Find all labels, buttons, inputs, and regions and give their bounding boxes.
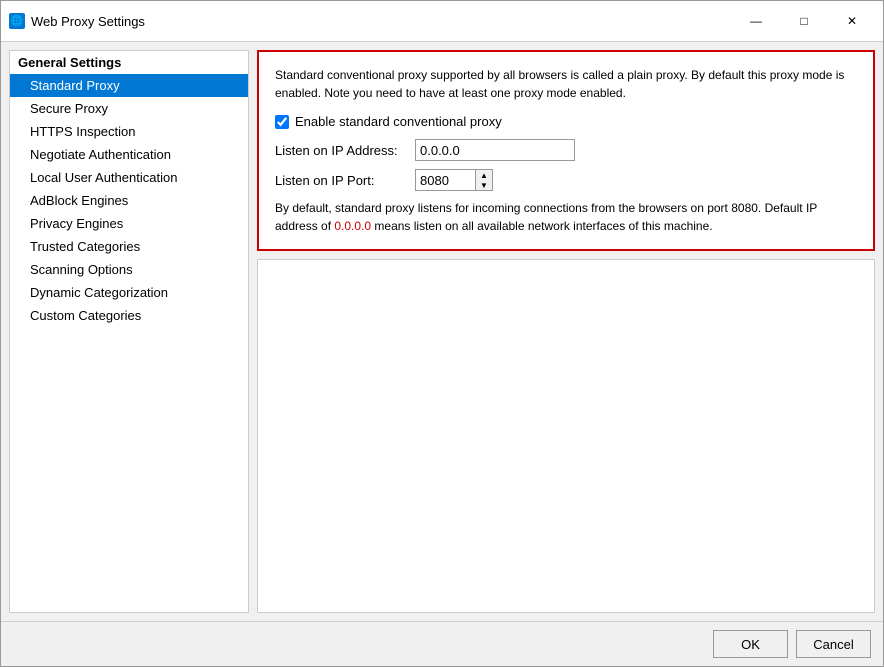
window-controls: — □ ✕ — [733, 7, 875, 35]
content-area: General Settings Standard Proxy Secure P… — [1, 42, 883, 621]
sidebar-item-privacy-engines[interactable]: Privacy Engines — [10, 212, 248, 235]
spinner-up-button[interactable]: ▲ — [476, 170, 492, 180]
settings-panel: Standard conventional proxy supported by… — [257, 50, 875, 251]
description-text: Standard conventional proxy supported by… — [275, 66, 857, 102]
close-button[interactable]: ✕ — [829, 7, 875, 35]
window-title: Web Proxy Settings — [31, 14, 727, 29]
enable-proxy-checkbox[interactable] — [275, 115, 289, 129]
sidebar-item-dynamic-categorization[interactable]: Dynamic Categorization — [10, 281, 248, 304]
sidebar-item-standard-proxy[interactable]: Standard Proxy — [10, 74, 248, 97]
app-icon: 🌐 — [9, 13, 25, 29]
main-panel: Standard conventional proxy supported by… — [257, 50, 875, 613]
enable-checkbox-row: Enable standard conventional proxy — [275, 114, 857, 129]
sidebar-item-https-inspection[interactable]: HTTPS Inspection — [10, 120, 248, 143]
bottom-highlight-text: 0.0.0.0 — [334, 219, 371, 233]
port-spinner: ▲ ▼ — [415, 169, 493, 191]
sidebar-item-negotiate-authentication[interactable]: Negotiate Authentication — [10, 143, 248, 166]
enable-proxy-label[interactable]: Enable standard conventional proxy — [295, 114, 502, 129]
footer: OK Cancel — [1, 621, 883, 666]
sidebar-item-scanning-options[interactable]: Scanning Options — [10, 258, 248, 281]
main-window: 🌐 Web Proxy Settings — □ ✕ General Setti… — [0, 0, 884, 667]
sidebar-item-local-user-authentication[interactable]: Local User Authentication — [10, 166, 248, 189]
title-bar: 🌐 Web Proxy Settings — □ ✕ — [1, 1, 883, 42]
sidebar-item-secure-proxy[interactable]: Secure Proxy — [10, 97, 248, 120]
bottom-description: By default, standard proxy listens for i… — [275, 199, 857, 235]
ok-button[interactable]: OK — [713, 630, 788, 658]
minimize-button[interactable]: — — [733, 7, 779, 35]
sidebar-item-trusted-categories[interactable]: Trusted Categories — [10, 235, 248, 258]
sidebar: General Settings Standard Proxy Secure P… — [9, 50, 249, 613]
empty-panel — [257, 259, 875, 613]
listen-ip-label: Listen on IP Address: — [275, 143, 415, 158]
listen-ip-row: Listen on IP Address: — [275, 139, 857, 161]
listen-port-label: Listen on IP Port: — [275, 173, 415, 188]
listen-port-input[interactable] — [415, 169, 475, 191]
cancel-button[interactable]: Cancel — [796, 630, 871, 658]
sidebar-item-adblock-engines[interactable]: AdBlock Engines — [10, 189, 248, 212]
sidebar-item-custom-categories[interactable]: Custom Categories — [10, 304, 248, 327]
sidebar-item-general-settings[interactable]: General Settings — [10, 51, 248, 74]
maximize-button[interactable]: □ — [781, 7, 827, 35]
listen-port-row: Listen on IP Port: ▲ ▼ — [275, 169, 857, 191]
spinner-buttons: ▲ ▼ — [475, 169, 493, 191]
listen-ip-input[interactable] — [415, 139, 575, 161]
bottom-text-part2: means listen on all available network in… — [371, 219, 713, 233]
spinner-down-button[interactable]: ▼ — [476, 180, 492, 190]
